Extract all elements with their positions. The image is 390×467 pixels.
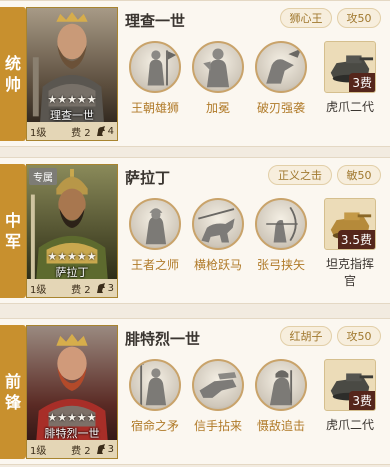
skill-slot[interactable]: 王朝雄狮 [125, 41, 185, 116]
position-char: 统 [4, 54, 21, 73]
hero-name: 萨拉丁 [125, 169, 171, 187]
position-char: 军 [4, 232, 21, 251]
skill-slot[interactable]: 横枪跃马 [188, 198, 248, 273]
pursuit-soldier-icon [255, 359, 307, 411]
fate-spear-icon [129, 359, 181, 411]
skill-label: 王者之师 [130, 258, 179, 272]
hero-portrait[interactable]: 专属 ★★★★★ 萨拉丁 1级 费 2 3 [26, 164, 118, 298]
command-tank-icon: 3.5费 [324, 198, 376, 250]
position-char: 帅 [4, 75, 21, 94]
hero-name: 腓特烈一世 [125, 330, 201, 348]
gear-slot[interactable]: 3.5费 坦克指挥官 [322, 198, 378, 290]
trait-pill[interactable]: 正义之击 [268, 165, 332, 185]
horse-count: 4 [107, 125, 114, 137]
star-rating: ★★★★★ [47, 250, 97, 263]
hero-portrait[interactable]: ★★★★★ 理查一世 1级 费 2 4 [26, 7, 118, 141]
position-tag: 前 锋 [0, 325, 26, 459]
position-char: 前 [4, 372, 21, 391]
hero-level: 1级 [30, 445, 47, 457]
position-tag: 统 帅 [0, 7, 26, 141]
hero-cost: 费 2 [71, 284, 91, 296]
hero-row-richard[interactable]: 统 帅 ★★★★★ 理查一世 1级 费 2 4 理查一世 狮心王 攻50 王朝雄… [0, 0, 390, 147]
gear-cost: 3.5费 [337, 230, 375, 249]
hero-portrait[interactable]: ★★★★★ 腓特烈一世 1级 费 2 3 [26, 325, 118, 459]
hero-row-frederick[interactable]: 前 锋 ★★★★★ 腓特烈一世 1级 费 2 3 腓特烈一世 红胡子 攻50 宿… [0, 318, 390, 465]
hero-cost: 费 2 [71, 127, 91, 139]
hero-level: 1级 [30, 127, 47, 139]
hero-row-saladin[interactable]: 中 军 专属 ★★★★★ 萨拉丁 1级 费 2 3 萨拉丁 正义之击 敏50 王… [0, 157, 390, 304]
skill-label: 张弓挟矢 [256, 258, 305, 272]
horse-icon [96, 444, 105, 454]
horse-icon [96, 283, 105, 293]
skill-label: 慑敌追击 [256, 419, 305, 433]
trait-pill[interactable]: 狮心王 [280, 8, 332, 28]
skill-slot[interactable]: 信手拈来 [188, 359, 248, 434]
lion-banner-icon [129, 41, 181, 93]
skill-label: 破刃强袭 [256, 101, 305, 115]
skill-label: 加冕 [205, 101, 230, 115]
gear-label: 坦克指挥官 [325, 257, 374, 288]
coronation-icon [192, 41, 244, 93]
hero-portrait-name: 萨拉丁 [55, 266, 89, 279]
position-tag: 中 军 [0, 164, 26, 298]
hand-grab-icon [192, 359, 244, 411]
gear-label: 虎爪二代 [325, 100, 374, 114]
trait-pill[interactable]: 红胡子 [280, 326, 332, 346]
broken-blade-icon [255, 41, 307, 93]
skill-slot[interactable]: 加冕 [188, 41, 248, 116]
skill-slot[interactable]: 慑敌追击 [251, 359, 311, 434]
portrait-footer: 1级 费 2 3 [27, 279, 117, 297]
gear-slot[interactable]: 3费 虎爪二代 [322, 41, 378, 116]
tank-icon: 3费 [324, 41, 376, 93]
skill-label: 王朝雄狮 [130, 101, 179, 115]
exclusive-badge: 专属 [29, 168, 57, 185]
gear-label: 虎爪二代 [325, 418, 374, 432]
hero-level: 1级 [30, 284, 47, 296]
lance-horse-icon [192, 198, 244, 250]
horse-icon [96, 126, 105, 136]
position-char: 锋 [4, 393, 21, 412]
hero-portrait-name: 理查一世 [50, 109, 94, 122]
portrait-footer: 1级 费 2 4 [27, 122, 117, 140]
hero-portrait-name: 腓特烈一世 [44, 427, 100, 440]
bow-archer-icon [255, 198, 307, 250]
kings-army-icon [129, 198, 181, 250]
skill-slot[interactable]: 破刃强袭 [251, 41, 311, 116]
gear-cost: 3费 [349, 73, 375, 92]
hero-cost: 费 2 [71, 445, 91, 457]
skill-slot[interactable]: 张弓挟矢 [251, 198, 311, 273]
skill-label: 宿命之矛 [130, 419, 179, 433]
portrait-footer: 1级 费 2 3 [27, 440, 117, 458]
skill-slot[interactable]: 王者之师 [125, 198, 185, 273]
horse-count: 3 [107, 282, 114, 294]
stat-pill: 敏50 [337, 165, 381, 185]
tank-icon: 3费 [324, 359, 376, 411]
gear-cost: 3费 [349, 391, 375, 410]
stat-pill: 攻50 [337, 326, 381, 346]
skill-slot[interactable]: 宿命之矛 [125, 359, 185, 434]
star-rating: ★★★★★ [47, 411, 97, 424]
hero-name: 理查一世 [125, 12, 186, 30]
position-char: 中 [4, 211, 21, 230]
horse-count: 3 [107, 443, 114, 455]
gear-slot[interactable]: 3费 虎爪二代 [322, 359, 378, 434]
skill-label: 横枪跃马 [193, 258, 242, 272]
stat-pill: 攻50 [337, 8, 381, 28]
skill-label: 信手拈来 [193, 419, 242, 433]
star-rating: ★★★★★ [47, 93, 97, 106]
